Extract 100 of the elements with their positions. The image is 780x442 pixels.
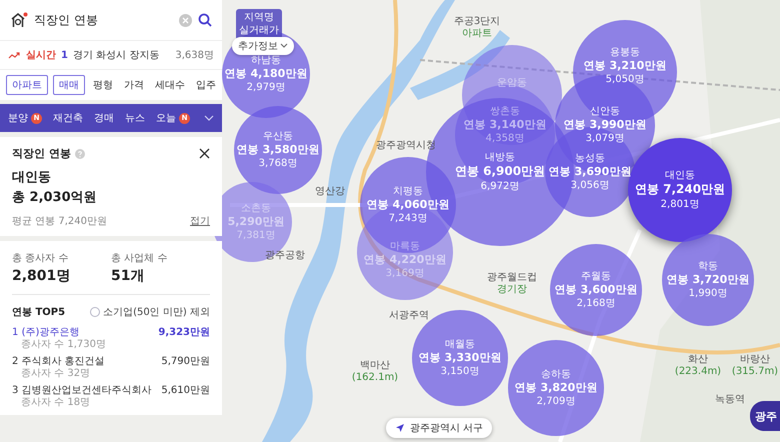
district-name: 주월동 (581, 270, 611, 283)
nav-tab[interactable]: 경매 (94, 111, 114, 125)
company-name[interactable]: 2 주식회사 홍진건설 (12, 354, 105, 368)
average-salary: 평균 연봉 7,240만원 (12, 215, 107, 228)
district-salary: 연봉 4,220만원 (364, 252, 446, 268)
stat-value: 51개 (111, 267, 146, 285)
district-salary: 연봉 6,900만원 (454, 164, 546, 180)
map-place-label: 백마산 (360, 360, 390, 372)
district-name: 내방동 (485, 151, 515, 164)
collapse-link[interactable]: 접기 (190, 214, 210, 228)
map-place-label: 녹동역 (715, 394, 745, 406)
district-name: 신안동 (590, 104, 620, 118)
district-worker-count: 3,056명 (570, 179, 610, 192)
map-place-label: 화산 (688, 354, 708, 366)
district-worker-count: 1,990명 (688, 287, 728, 300)
chevron-down-icon[interactable] (280, 43, 288, 49)
district-salary: 연봉 3,580만원 (236, 142, 320, 158)
map-place-label: 서광주역 (389, 310, 429, 322)
map-place-label: (162.1m) (352, 372, 398, 384)
exclude-small-radio[interactable]: 소기업(50인 미만) 제외 (90, 305, 210, 319)
close-button[interactable] (199, 148, 210, 159)
district-salary: 연봉 3,690만원 (548, 164, 632, 180)
map-place-label: 영산강 (315, 186, 345, 198)
map-place-label: (315.7m) (732, 366, 778, 378)
map-place-label: 아파트 (462, 28, 492, 40)
trending-count: 3,638명 (175, 49, 214, 62)
company-staff-count: 종사자 수 18명 (20, 397, 92, 409)
filter-chip[interactable]: 가격 (121, 76, 147, 94)
nav-tab[interactable]: 뉴스 (125, 111, 145, 125)
district-worker-count: 3,150명 (440, 365, 480, 378)
card-title: 직장인 연봉 (12, 146, 71, 161)
map-place-label: 광주공항 (265, 250, 305, 262)
district-worker-count: 4,358명 (486, 132, 524, 146)
company-staff-count: 종사자 수 32명 (20, 368, 92, 380)
company-salary: 5,790만원 (161, 355, 210, 368)
stat-label: 총 사업체 수 (111, 252, 168, 265)
layer-toggle[interactable]: 지역명 실거래가 (236, 9, 282, 40)
map-place-label: 광주월드컵 (487, 272, 537, 284)
district-salary: 연봉 3,820만원 (514, 380, 598, 396)
district-worker-count: 3,169명 (386, 267, 424, 280)
stat-value: 2,801명 (12, 267, 72, 285)
district-worker-count: 2,979명 (246, 81, 286, 94)
district-name: 학동 (698, 260, 718, 273)
location-button[interactable]: 광주광역시 서구 (386, 418, 492, 438)
district-salary: 연봉 4,180만원 (224, 66, 308, 82)
company-salary: 5,610만원 (161, 384, 210, 397)
district-salary: 연봉 3,140만원 (464, 118, 546, 132)
house-icon[interactable] (10, 12, 28, 28)
realtime-label: 실시간 (26, 49, 56, 62)
company-name[interactable]: 3 김병원산업보건센타주식회사 (12, 383, 152, 397)
district-name: 대인동 (665, 169, 695, 182)
navigation-arrow-icon[interactable] (395, 423, 405, 433)
company-salary: 9,323만원 (158, 326, 210, 339)
district-name: 치평동 (393, 184, 423, 198)
map-place-label: (223.4m) (674, 366, 722, 378)
filter-chip[interactable]: 아파트 (6, 75, 48, 95)
district-name: 용봉동 (610, 46, 640, 59)
section-title: 연봉 TOP5 (12, 306, 66, 319)
trend-up-icon (8, 51, 21, 59)
district-salary: 연봉 3,330만원 (418, 350, 502, 366)
district-name: 송하동 (541, 368, 571, 381)
district-worker-count: 7,243명 (388, 212, 428, 226)
rank-number: 1 (61, 50, 68, 60)
total-salary: 총 2,030억원 (12, 189, 98, 206)
filter-chip[interactable]: 세대수 (152, 76, 188, 94)
district-salary: 연봉 3,210만원 (584, 58, 666, 74)
district-worker-count: 2,801명 (660, 198, 700, 211)
district-name: 운암동 (497, 76, 527, 90)
district-salary: 연봉 7,240만원 (634, 182, 726, 198)
district-worker-count: 6,972명 (480, 180, 520, 193)
district-salary: 연봉 3,600만원 (554, 282, 638, 298)
stat-label: 총 종사자 수 (12, 252, 70, 265)
map-place-label: 바랑산 (740, 354, 770, 366)
search-button[interactable] (198, 13, 212, 27)
extra-info-button[interactable]: 추가정보 (232, 37, 294, 55)
search-field[interactable]: 직장인 연봉 (34, 13, 173, 27)
district-name: 우산동 (263, 130, 293, 143)
company-name[interactable]: 1 (주)광주은행 (12, 325, 80, 339)
district-name: 마륵동 (390, 240, 420, 253)
district-name: 쌍촌동 (490, 104, 520, 118)
district-name: 매월동 (445, 338, 475, 351)
nav-tab[interactable]: 재건축 (53, 111, 83, 125)
district-worker-count: 3,768명 (258, 157, 298, 170)
district-salary: 연봉 4,060만원 (366, 198, 450, 212)
company-staff-count: 종사자 수 1,730명 (20, 339, 107, 351)
district-worker-count: 2,168명 (576, 297, 616, 310)
filter-chip[interactable]: 매매 (53, 75, 85, 95)
district-salary: 연봉 3,990만원 (564, 118, 646, 132)
district-worker-count: 3,079명 (586, 132, 624, 146)
trending-place[interactable]: 경기 화성시 장지동 (72, 48, 170, 62)
district-name: 하남동 (251, 54, 281, 67)
filter-chip[interactable]: 입주 (193, 76, 219, 94)
filter-chip[interactable]: 평형 (90, 76, 116, 94)
district-worker-count: 2,709명 (536, 395, 576, 408)
district-name: 농성동 (575, 152, 605, 165)
district-worker-count: 5,050명 (606, 73, 644, 86)
map-place-label: 경기장 (497, 284, 527, 296)
district-salary: 연봉 3,720만원 (666, 272, 750, 288)
district-title: 대인동 (12, 169, 52, 186)
region-button[interactable]: 광주 (750, 401, 780, 431)
